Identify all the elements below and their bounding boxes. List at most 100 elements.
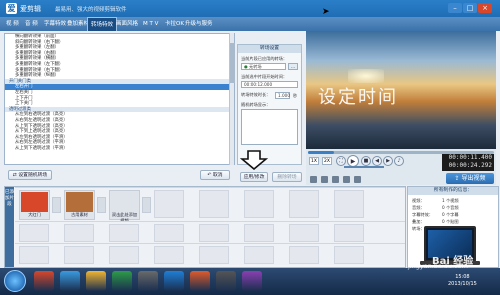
label-current-transition: 当前片段已应用的转场： [241,56,288,61]
empty-clip-slot[interactable] [64,246,94,264]
duration-field[interactable]: 1.000 [275,92,290,99]
current-time: 00:00:11.400 [448,154,492,161]
empty-clip-slot[interactable] [64,224,94,242]
empty-clip-slot[interactable] [154,224,184,242]
start-time-field[interactable]: 00:00:12.000 [241,81,298,88]
taskbar-clock: 15:08 2013/10/15 [448,274,477,288]
taskbar-app-icon[interactable] [138,271,158,291]
scrollbar-thumb[interactable] [230,43,235,83]
timeline-clip[interactable]: 大红门 [19,190,50,220]
random-transition-box[interactable] [241,109,298,145]
empty-clip-slot[interactable] [289,224,319,242]
folder-icon[interactable] [310,176,317,183]
empty-clip-slot[interactable] [199,190,229,218]
empty-clip-slot[interactable] [334,224,364,242]
timeline-clip[interactable]: 古用素材 [64,190,95,220]
transition-slot[interactable] [142,197,151,213]
transition-slot[interactable] [97,197,106,213]
timeline: 已添加片段 大红门 古用素材 双击此处添加视频 [4,186,406,268]
empty-clip-slot[interactable] [199,224,229,242]
menu-item[interactable]: 视 频 [3,17,22,31]
menu-item[interactable]: 画面风格 [113,17,141,31]
empty-clip-slot[interactable] [199,246,229,264]
app-logo: 爱 [6,3,17,14]
export-video-button[interactable]: ⇪ 导出视频 [446,173,494,184]
apply-transition-button[interactable]: 应用/修改 [240,172,268,182]
minimize-button[interactable]: – [448,3,462,13]
settings-icon[interactable] [354,176,361,183]
empty-clip-slot[interactable] [289,190,319,218]
empty-clip-slot[interactable] [19,224,49,242]
cancel-label: 取消 [212,173,223,178]
empty-clip-slot[interactable] [244,246,274,264]
empty-clip-slot[interactable] [109,246,139,264]
delete-transition-button[interactable]: 删除转场 [272,172,302,182]
speed-2x-button[interactable]: 2X [322,157,332,165]
taskbar-app-icon[interactable] [242,271,262,291]
timeline-clip[interactable]: 双击此处添加视频 [109,190,140,223]
taskbar-app-icon[interactable] [60,271,80,291]
effects-action-bar: ⇄ 设置随机转场 ↶ 取消 [4,168,235,182]
empty-clip-slot[interactable] [289,246,319,264]
empty-clip-slot[interactable] [109,224,139,242]
menu-item[interactable]: 升级与服务 [182,17,216,31]
current-transition-field: ● 无转场 [241,63,286,70]
info-key: 字幕特效： [412,212,433,217]
menu-item[interactable]: M T V [140,17,161,31]
start-button[interactable] [4,270,26,292]
taskbar-app-icon[interactable] [34,271,54,291]
film-icon[interactable] [321,176,328,183]
taskbar: 15:08 2013/10/15 [0,268,500,295]
watermark-url: jingyan.baidu.com [408,262,468,270]
seek-progress [308,151,335,154]
taskbar-app-icon[interactable] [86,271,106,291]
info-value: 1 个视频 [442,198,459,203]
fullscreen-icon[interactable]: ⛶ [336,156,346,166]
empty-clip-slot[interactable] [154,190,184,218]
info-value: 0 个贴图 [442,219,459,224]
empty-clip-slot[interactable] [244,224,274,242]
radio-icon: ● [244,64,248,69]
clip-thumbnail [66,192,93,212]
stop-button[interactable]: ■ [361,156,371,166]
browse-button[interactable]: ... [288,63,298,70]
export-icon: ⇪ [454,175,460,182]
cancel-button[interactable]: ↶ 取消 [200,170,230,180]
random-transition-button[interactable]: ⇄ 设置随机转场 [8,170,52,180]
total-time: 00:00:24.292 [448,162,492,169]
taskbar-app-icon[interactable] [190,271,210,291]
taskbar-app-icon[interactable] [164,271,184,291]
clip-thumbnail [111,192,138,212]
taskbar-app-icon[interactable] [216,271,236,291]
maximize-button[interactable]: □ [463,3,477,13]
app-title: 爱剪辑 [20,5,41,13]
transition-settings-title: 转场设置 [238,45,301,53]
crop-icon[interactable] [343,176,350,183]
random-transition-label: 设置随机转场 [18,173,48,178]
menu-item[interactable]: 音 频 [22,17,41,31]
prev-frame-icon[interactable]: ◀ [372,156,382,166]
timeline-header: 已添加片段 [5,187,14,267]
volume-icon[interactable]: ♪ [394,156,404,166]
track-row [15,243,405,265]
transition-slot[interactable] [52,197,61,213]
next-frame-icon[interactable]: ▶ [383,156,393,166]
clip-label: 古用素材 [71,212,88,217]
taskbar-app-icon[interactable] [112,271,132,291]
down-arrow-icon [240,150,268,170]
effect-item[interactable]: 从上到下透明过渡（平滑） [5,146,234,152]
video-preview[interactable]: 设定时间 [306,31,496,149]
close-button[interactable]: × [478,3,492,13]
empty-clip-slot[interactable] [334,190,364,218]
empty-clip-slot[interactable] [19,246,49,264]
volume-slider[interactable] [344,166,384,168]
empty-clip-slot[interactable] [334,246,364,264]
empty-clip-slot[interactable] [154,246,184,264]
speed-1x-button[interactable]: 1X [309,157,319,165]
title-bar: 爱 爱剪辑 最易用、强大的视频剪辑软件 ➤ – □ × [0,0,500,17]
effects-list-scrollbar[interactable] [229,33,235,165]
info-value: 0 个字幕 [442,212,459,217]
snapshot-icon[interactable] [332,176,339,183]
label-duration: 转场特效时长： [241,92,271,97]
empty-clip-slot[interactable] [244,190,274,218]
